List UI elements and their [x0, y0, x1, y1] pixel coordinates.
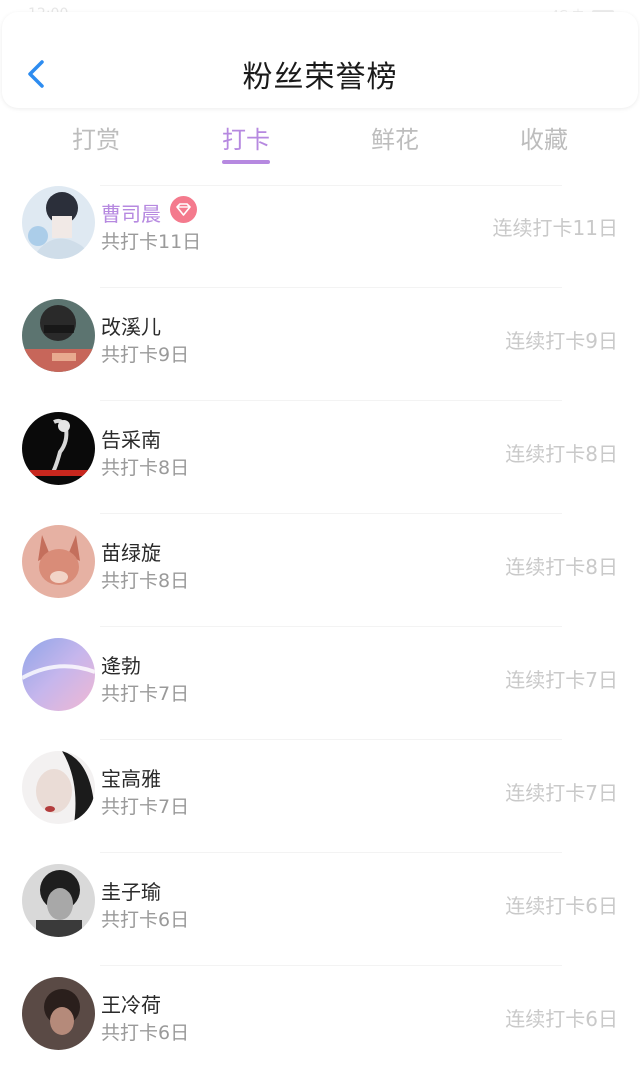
divider: [100, 400, 562, 401]
divider: [100, 965, 562, 966]
header-bar: 粉丝荣誉榜: [2, 12, 638, 108]
avatar[interactable]: [22, 864, 95, 937]
avatar[interactable]: [22, 638, 95, 711]
list-item[interactable]: 宝高雅 共打卡7日 连续打卡7日: [0, 737, 640, 850]
total-checkin: 共打卡8日: [101, 570, 190, 592]
list-item[interactable]: 圭子瑜 共打卡6日 连续打卡6日: [0, 850, 640, 963]
divider: [100, 852, 562, 853]
total-checkin: 共打卡7日: [101, 796, 190, 818]
streak-checkin: 连续打卡7日: [505, 781, 618, 805]
divider: [100, 185, 562, 186]
list-item[interactable]: 苗绿旋 共打卡8日 连续打卡8日: [0, 511, 640, 624]
user-name: 圭子瑜: [101, 880, 161, 904]
total-checkin: 共打卡9日: [101, 344, 190, 366]
divider: [100, 513, 562, 514]
avatar[interactable]: [22, 977, 95, 1050]
divider: [100, 739, 562, 740]
avatar[interactable]: [22, 412, 95, 485]
total-checkin: 共打卡7日: [101, 683, 190, 705]
user-name: 曹司晨: [101, 202, 161, 226]
diamond-badge-icon: [170, 196, 197, 223]
tab-favorites[interactable]: 收藏: [484, 120, 604, 155]
list-item[interactable]: 改溪儿 共打卡9日 连续打卡9日: [0, 285, 640, 398]
user-name: 宝高雅: [101, 767, 161, 791]
streak-checkin: 连续打卡8日: [505, 555, 618, 579]
avatar[interactable]: [22, 751, 95, 824]
total-checkin: 共打卡6日: [101, 909, 190, 931]
active-tab-indicator: [222, 160, 270, 164]
streak-checkin: 连续打卡8日: [505, 442, 618, 466]
user-name: 逄勃: [101, 654, 141, 678]
avatar[interactable]: [22, 186, 95, 259]
list-item[interactable]: 王冷荷 共打卡6日 连续打卡6日: [0, 963, 640, 1076]
page-title: 粉丝荣誉榜: [242, 60, 398, 95]
avatar[interactable]: [22, 525, 95, 598]
streak-checkin: 连续打卡7日: [505, 668, 618, 692]
total-checkin: 共打卡6日: [101, 1022, 190, 1044]
streak-checkin: 连续打卡11日: [492, 216, 618, 240]
list-item[interactable]: 告采南 共打卡8日 连续打卡8日: [0, 398, 640, 511]
streak-checkin: 连续打卡9日: [505, 329, 618, 353]
user-name: 王冷荷: [101, 993, 161, 1017]
list-item[interactable]: 曹司晨 共打卡11日 连续打卡11日: [0, 172, 640, 285]
tab-bar: 打赏 打卡 鲜花 收藏: [0, 112, 640, 172]
user-name: 告采南: [101, 428, 161, 452]
divider: [100, 287, 562, 288]
streak-checkin: 连续打卡6日: [505, 1007, 618, 1031]
divider: [100, 626, 562, 627]
avatar[interactable]: [22, 299, 95, 372]
user-name: 改溪儿: [101, 315, 161, 339]
total-checkin: 共打卡11日: [101, 231, 202, 253]
tab-checkin[interactable]: 打卡: [186, 120, 306, 155]
list-item[interactable]: 逄勃 共打卡7日 连续打卡7日: [0, 624, 640, 737]
user-name: 苗绿旋: [101, 541, 161, 565]
total-checkin: 共打卡8日: [101, 457, 190, 479]
tab-flowers[interactable]: 鲜花: [335, 120, 455, 155]
streak-checkin: 连续打卡6日: [505, 894, 618, 918]
tab-reward[interactable]: 打赏: [36, 120, 156, 155]
